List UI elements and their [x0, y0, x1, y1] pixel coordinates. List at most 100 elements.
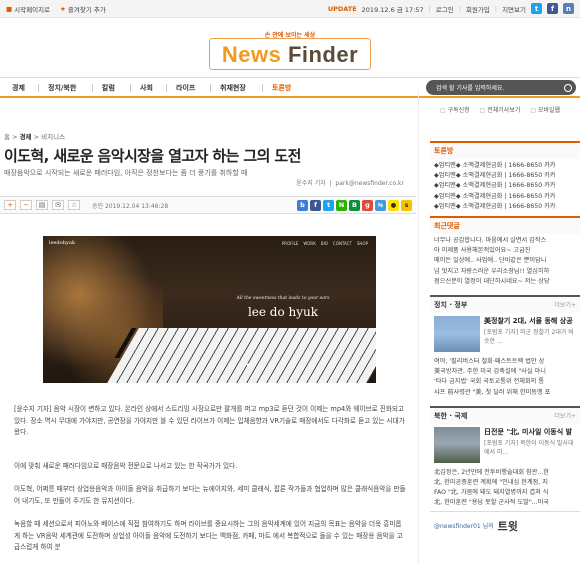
reporter-email[interactable]: park@newsfinder.co.kr — [335, 180, 404, 187]
logo-area: 손 안에 보이는 세상 News Finder — [0, 18, 580, 78]
subscribe-link[interactable]: 구독신청 — [440, 105, 470, 114]
utility-links: 구독신청 전체기사보기 모바일웹 — [440, 105, 560, 114]
signup-link[interactable]: 회원가입 — [466, 4, 490, 14]
list-item[interactable]: ◆엄티멘◆ 소액결제현금화 | 1666-8650 카카 — [434, 171, 576, 181]
share-kakaotalk-icon[interactable]: ● — [388, 199, 399, 211]
list-item[interactable]: 샤프 前사령관 "美, 첫 달러 위해 한미동맹 포 — [434, 388, 576, 398]
scroll-down-icon: ▼ — [246, 363, 250, 369]
nk-featured-card[interactable]: 日전문 "北, 미사일 이동식 발 [포럼포 기자] 북한이 이동식 발사대에서… — [430, 424, 580, 466]
list-item[interactable]: ◆엄티멘◆ 소액결제현금화 | 1666-8650 카카 — [434, 181, 576, 191]
scrap-icon[interactable]: ☆ — [68, 200, 80, 210]
card-title: 美정찰기 2대, 서울 동해 상공 — [484, 317, 573, 326]
list-item[interactable]: 北, 한미훈련 "용납 못할 군사적 도발"...미국 — [434, 498, 576, 508]
photo-nav: PROFILE WORK BIO CONTACT SHOP — [281, 241, 368, 246]
font-decrease-button[interactable]: − — [20, 200, 32, 210]
nav-politics[interactable]: 정치/북한 — [48, 83, 76, 93]
article-header: 홈 > 경제 > 비지니스 이도혁, 새로운 음악시장을 열고자 하는 그의 도… — [0, 129, 416, 214]
politics-more-link[interactable]: 더보기+ — [554, 300, 576, 310]
list-item[interactable]: 메이든 일상에.. 사업에.. 단비같은 뿐이답니 — [434, 256, 576, 266]
nk-list: 北김정은, 2년만에 전투비행술대회 참관...한 北, 한미공중훈련 계획에 … — [430, 466, 580, 511]
comments-list: 너무나 공감합니다. 마음에서 살면서 감작스 아 이제품 사용해본적있어요~ … — [430, 234, 580, 289]
share-band-icon[interactable]: B — [349, 199, 360, 211]
list-item[interactable]: '타다 금지법' 국회 국토교통위 전체회의 통 — [434, 377, 576, 387]
article-paragraph: 이도혁, 어쩌릉 때부터 상업용음악과 아이돌 음악을 취급하기 보다는 뉴에이… — [14, 485, 406, 505]
nav-field[interactable]: 취재현장 — [220, 83, 246, 93]
list-item[interactable]: 美국방차관, 주한 미국 감축설에 "사실 아니 — [434, 367, 576, 377]
twitter-handle: @newsfinder01 님의 — [434, 523, 494, 531]
nk-section-title: 북한 · 국제 더보기+ — [430, 405, 580, 424]
nav-life[interactable]: 라이프 — [176, 83, 195, 93]
facebook-icon[interactable]: f — [547, 3, 558, 14]
mobile-web-link[interactable]: 모바일웹 — [530, 105, 560, 114]
nk-more-link[interactable]: 더보기+ — [554, 411, 576, 421]
politics-thumbnail — [434, 316, 480, 353]
logo-word-finder: Finder — [287, 42, 359, 67]
home-icon: ■ — [6, 4, 13, 13]
article-paragraph: 이에 맞춰 새로운 패러다임으로 매장음악 전문으로 나서고 있는 한 작곡가가… — [14, 462, 238, 470]
twitter-widget[interactable]: @newsfinder01 님의 트윗 — [430, 510, 580, 540]
twitter-icon[interactable]: t — [531, 3, 542, 14]
nav-society[interactable]: 사회 — [140, 83, 153, 93]
search-input[interactable]: 검색 할 기사를 입력하세요. — [426, 80, 576, 95]
search-icon[interactable] — [564, 83, 572, 92]
paper-view-link[interactable]: 지면보기 — [502, 4, 526, 14]
sidebar: 토론방 ◆엄티멘◆ 소액결제현금화 | 1666-8650 카카 ◆엄티멘◆ 소… — [430, 129, 580, 540]
list-item[interactable]: 점으신분이 열정이 대단하시네요~ 저는 상당 — [434, 277, 576, 287]
share-naver-icon[interactable]: N — [336, 199, 347, 211]
update-label: UPDATE — [327, 4, 357, 13]
rss-icon[interactable]: n — [563, 3, 574, 14]
share-google-icon[interactable]: g — [362, 199, 373, 211]
logo-tagline: 손 안에 보이는 세상 — [264, 32, 316, 39]
list-item[interactable]: 北김정은, 2년만에 전투비행술대회 참관...한 — [434, 468, 576, 478]
share-buttons: b f t N B g ⇆ ● s — [297, 199, 416, 211]
article-photo: leedohyuk PROFILE WORK BIO CONTACT SHOP … — [43, 236, 376, 383]
card-title: 日전문 "北, 미사일 이동식 발 — [484, 427, 573, 436]
list-item[interactable]: 너무나 공감합니다. 마음에서 살면서 감작스 — [434, 236, 576, 246]
top-utility-bar: ■ 시작페이지로 ★ 즐겨찾기 추가 UPDATE 2019.12.6 금 17:5… — [0, 0, 580, 18]
list-item[interactable]: FAO "北, 가뭄에 돼도 돼지열병까지 겹쳐 식 — [434, 488, 576, 498]
star-icon: ★ — [60, 4, 66, 13]
photo-tagline: All the sweetness that leads to your ear… — [236, 296, 330, 301]
twitter-label: 트윗 — [497, 519, 518, 533]
photo-artist-name: lee do hyuk — [247, 305, 319, 319]
list-item[interactable]: ◆엄티멘◆ 소액결제현금화 | 1666-8650 카카 — [434, 202, 576, 212]
politics-featured-card[interactable]: 美정찰기 2대, 서울 동해 상공 [포럼포 기자] 미군 정찰기 2대가 비슷… — [430, 313, 580, 355]
logo-word-news: News — [221, 42, 282, 67]
homepage-link[interactable]: ■ 시작페이지로 — [6, 4, 50, 14]
breadcrumb: 홈 > 경제 > 비지니스 — [4, 133, 66, 141]
nav-economy[interactable]: 경제 — [12, 83, 25, 93]
politics-list: 여야, '필리버스터 철회·패스트트랙 법안 상 美국방차관, 주한 미국 감축… — [430, 355, 580, 400]
politics-section-title: 정치 · 정부 더보기+ — [430, 295, 580, 314]
update-datetime: 2019.12.6 금 17:57 — [361, 5, 424, 14]
share-blog-icon[interactable]: b — [297, 199, 308, 211]
share-link-icon[interactable]: ⇆ — [375, 199, 386, 211]
print-icon[interactable]: ▤ — [36, 200, 48, 210]
list-item[interactable]: 아 이제품 사용해본적있어요~ 고급진 — [434, 246, 576, 256]
favorites-link[interactable]: ★ 즐겨찾기 추가 — [60, 4, 106, 14]
list-item[interactable]: 넘 멋지고 자랑스러운 우리소장님!! 열심히하 — [434, 267, 576, 277]
nav-column[interactable]: 칼럼 — [102, 83, 115, 93]
article-toolbar: + − ▤ ✉ ☆ 승인 2019.12.04 13:46:28 b f t N… — [0, 196, 416, 214]
card-desc: [포럼포 기자] 북한이 이동식 발사대에서 미... — [484, 439, 574, 456]
email-icon[interactable]: ✉ — [52, 200, 64, 210]
list-item[interactable]: ◆엄티멘◆ 소액결제현금화 | 1666-8650 카카 — [434, 192, 576, 202]
article-paragraph: 녹음할 때 세션으로서 피아노와 베이스에 직접 참여하기도 하며 라이브를 중… — [14, 520, 403, 551]
share-facebook-icon[interactable]: f — [310, 199, 321, 211]
list-item[interactable]: ◆엄티멘◆ 소액결제현금화 | 1666-8650 카카 — [434, 161, 576, 171]
login-link[interactable]: 로그인 — [436, 4, 454, 14]
share-twitter-icon[interactable]: t — [323, 199, 334, 211]
all-articles-link[interactable]: 전체기사보기 — [480, 105, 520, 114]
reporter-name: 윤수지 기자 — [296, 180, 326, 187]
card-desc: [포럼포 기자] 미군 정찰기 2대가 비슷한 ... — [484, 329, 574, 346]
list-item[interactable]: 北, 한미공중훈련 계획에 "인내심 한계점, 지 — [434, 478, 576, 488]
share-kakaostory-icon[interactable]: s — [401, 199, 412, 211]
list-item[interactable]: 여야, '필리버스터 철회·패스트트랙 법안 상 — [434, 357, 576, 367]
article-title: 이도혁, 새로운 음악시장을 열고자 하는 그의 도전 — [4, 147, 301, 165]
photo-brand: leedohyuk — [49, 240, 76, 246]
main-nav: 경제 정치/북한 칼럼 사회 라이프 취재현장 토론방 검색 할 기사를 입력하… — [0, 78, 580, 98]
published-date: 승인 2019.12.04 13:46:28 — [92, 202, 169, 210]
discussion-list: ◆엄티멘◆ 소액결제현금화 | 1666-8650 카카 ◆엄티멘◆ 소액결제현… — [430, 159, 580, 214]
font-increase-button[interactable]: + — [4, 200, 16, 210]
nav-forum[interactable]: 토론방 — [272, 83, 291, 93]
site-logo[interactable]: 손 안에 보이는 세상 News Finder — [209, 30, 371, 70]
